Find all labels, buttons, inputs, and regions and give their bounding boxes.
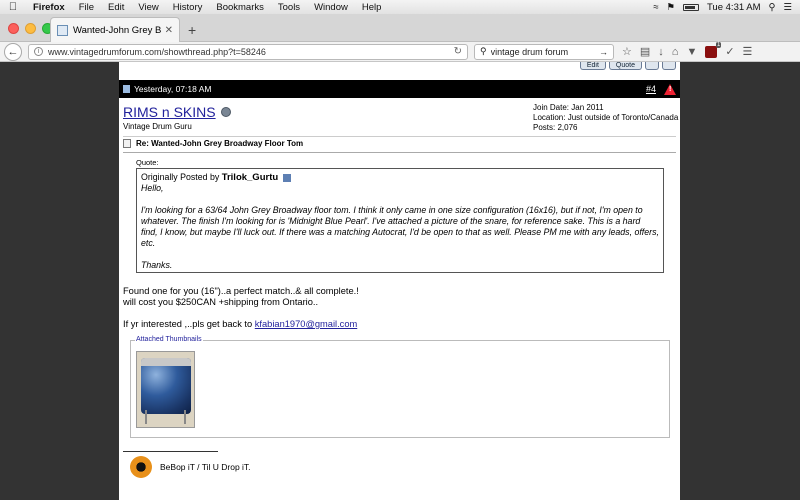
post-title-icon (123, 139, 131, 148)
back-button[interactable]: ← (4, 42, 22, 61)
close-tab-icon[interactable]: ✕ (165, 25, 173, 36)
quote-author: Trilok_Gurtu (221, 172, 279, 183)
menu-file[interactable]: File (72, 2, 101, 13)
quote-box: Originally Posted by Trilok_Gurtu Hello,… (136, 168, 664, 273)
post-number-link[interactable]: #4 (646, 84, 656, 94)
drum-leg (184, 410, 186, 424)
view-post-icon[interactable] (282, 173, 291, 182)
site-info-icon[interactable]: i (34, 47, 43, 56)
post-number: #4 (646, 84, 656, 94)
divider (123, 152, 676, 153)
tab-active[interactable]: Wanted-John Grey Broadw... ✕ (50, 17, 180, 42)
user-location: Location: Just outside of Toronto/Canada (533, 113, 679, 122)
attachments-legend: Attached Thumbnails (135, 336, 203, 343)
search-go-icon[interactable]: → (599, 47, 608, 57)
search-input[interactable]: vintage drum forum (491, 47, 599, 57)
quote-prefix: Originally Posted by (141, 172, 220, 182)
post-body: Found one for you (16")..a perfect match… (123, 286, 359, 330)
url-text[interactable]: www.vintagedrumforum.com/showthread.php?… (48, 47, 454, 57)
report-post-icon[interactable] (664, 83, 676, 95)
page-viewport: Edit Quote Yesterday, 07:18 AM #4 RIMS n… (0, 62, 800, 500)
post-header: Yesterday, 07:18 AM #4 (119, 80, 680, 98)
bookmark-star-icon[interactable]: ☆ (622, 45, 632, 58)
tab-strip: Wanted-John Grey Broadw... ✕ + (0, 14, 800, 42)
multi-quote-button[interactable] (645, 62, 659, 70)
menu-edit[interactable]: Edit (101, 2, 131, 13)
attachments-fieldset: Attached Thumbnails (130, 336, 670, 438)
post-count: Posts: 2,076 (533, 123, 578, 132)
ublock-badge: 1 (715, 41, 722, 48)
divider (123, 136, 676, 137)
flag-icon[interactable]: ⚑ (666, 2, 675, 13)
wifi-icon[interactable]: ≈ (653, 2, 658, 13)
quote-line: Hello, (141, 183, 164, 193)
body-line: If yr interested ,..pls get back to kfab… (123, 319, 359, 330)
close-window-button[interactable] (8, 23, 19, 34)
tab-title: Wanted-John Grey Broadw... (73, 24, 161, 36)
downloads-icon[interactable]: ↓ (658, 46, 664, 58)
battery-icon[interactable] (682, 3, 699, 11)
extension-icon[interactable]: ✓ (725, 45, 734, 58)
menu-tools[interactable]: Tools (271, 2, 307, 13)
notification-center-icon[interactable]: ☰ (783, 2, 792, 13)
clock[interactable]: Tue 4:31 AM (707, 2, 761, 13)
favicon-icon (57, 24, 68, 36)
apple-menu-icon[interactable]:  (0, 1, 26, 13)
new-tab-button[interactable]: + (188, 22, 196, 38)
post-title: Re: Wanted-John Grey Broadway Floor Tom (123, 139, 303, 148)
hamburger-menu-icon[interactable]: ☰ (743, 45, 753, 58)
post-timestamp: Yesterday, 07:18 AM (134, 84, 212, 94)
edit-button[interactable]: Edit (579, 62, 606, 70)
search-icon: ⚲ (480, 46, 487, 56)
quote-label: Quote: (136, 158, 159, 167)
macos-menu-bar:  Firefox File Edit View History Bookmar… (0, 0, 800, 14)
username-link[interactable]: RIMS n SKINS (123, 104, 216, 120)
body-line: will cost you $250CAN +shipping from Ont… (123, 297, 319, 307)
pocket-icon[interactable]: ▼ (686, 46, 697, 58)
body-text: If yr interested ,..pls get back to (123, 319, 255, 329)
reload-icon[interactable]: ↻ (454, 46, 462, 57)
menu-view[interactable]: View (131, 2, 165, 13)
window-controls (8, 23, 53, 34)
menu-window[interactable]: Window (307, 2, 355, 13)
quote-origin: Originally Posted by Trilok_Gurtu (141, 172, 659, 183)
quote-text: Hello, I'm looking for a 63/64 John Grey… (141, 183, 659, 271)
quote-line: I'm looking for a 63/64 John Grey Broadw… (141, 205, 659, 248)
signature-text: BeBop iT / Til U Drop iT. (160, 462, 251, 472)
join-date: Join Date: Jan 2011 (533, 103, 604, 112)
navigation-bar: ← i www.vintagedrumforum.com/showthread.… (0, 41, 800, 62)
search-bar[interactable]: ⚲ vintage drum forum → (474, 43, 614, 60)
menu-app-name[interactable]: Firefox (26, 2, 72, 13)
drum-leg (145, 410, 147, 424)
previous-post-buttons: Edit Quote (579, 62, 676, 70)
post-author: RIMS n SKINS (123, 104, 231, 120)
menu-help[interactable]: Help (355, 2, 389, 13)
post-title-text: Re: Wanted-John Grey Broadway Floor Tom (136, 139, 304, 148)
ublock-icon[interactable]: 1 (705, 41, 722, 58)
back-arrow-icon: ← (7, 45, 19, 58)
user-title: Vintage Drum Guru (123, 122, 192, 131)
online-status-icon (220, 107, 231, 117)
forum-post: Edit Quote Yesterday, 07:18 AM #4 RIMS n… (119, 62, 680, 500)
toolbar-icons: ☆ ▤ ↓ ⌂ ▼ 1 ✓ ☰ (622, 41, 753, 58)
quick-reply-button[interactable] (662, 62, 676, 70)
menu-history[interactable]: History (166, 2, 210, 13)
minimize-window-button[interactable] (25, 23, 36, 34)
sun-logo-icon (130, 456, 152, 478)
body-line: Found one for you (16")..a perfect match… (123, 286, 359, 296)
user-info: Join Date: Jan 2011 Location: Just outsi… (533, 103, 678, 133)
post-icon (123, 85, 130, 93)
reading-list-icon[interactable]: ▤ (640, 45, 650, 58)
quote-line: Thanks. (141, 260, 173, 270)
attachment-thumbnail[interactable] (136, 351, 195, 428)
home-icon[interactable]: ⌂ (672, 46, 679, 58)
quote-button[interactable]: Quote (608, 62, 642, 70)
url-bar[interactable]: i www.vintagedrumforum.com/showthread.ph… (28, 43, 468, 60)
signature-divider (123, 451, 218, 452)
floor-tom-image (141, 358, 191, 414)
spotlight-icon[interactable]: ⚲ (769, 2, 776, 13)
email-link[interactable]: kfabian1970@gmail.com (255, 319, 357, 329)
menu-bookmarks[interactable]: Bookmarks (209, 2, 271, 13)
